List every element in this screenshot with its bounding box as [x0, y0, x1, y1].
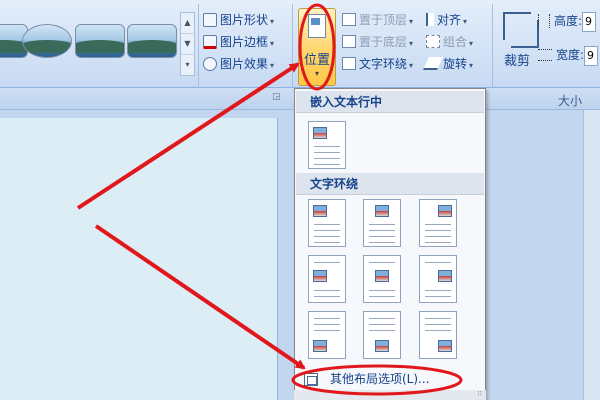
highlight-circle-position — [298, 3, 336, 91]
annotation-arrow-lower — [94, 224, 306, 370]
highlight-circle-more-options — [291, 364, 463, 396]
annotation-arrow-upper — [76, 62, 300, 210]
annotation-overlay — [76, 3, 463, 396]
